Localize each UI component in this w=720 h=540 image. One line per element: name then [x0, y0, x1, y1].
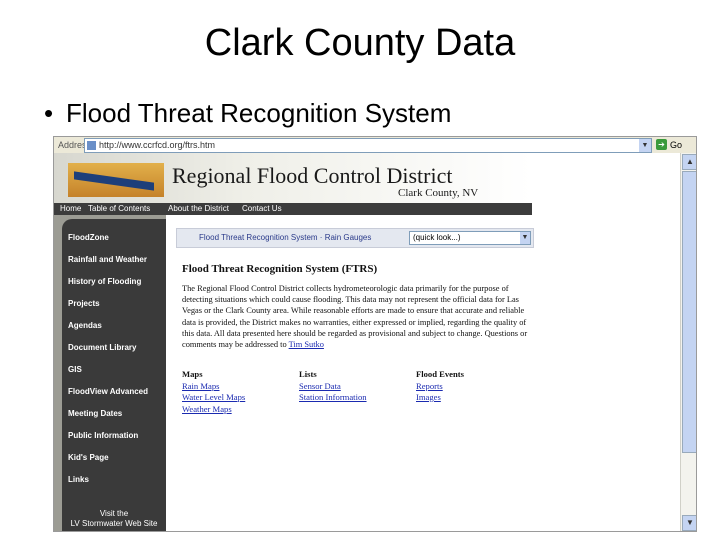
district-logo: [68, 163, 164, 197]
quick-look-select[interactable]: (quick look...) ▼: [409, 231, 531, 245]
sidebar-item-public-information[interactable]: Public Information: [68, 431, 138, 440]
station-information-link[interactable]: Station Information: [299, 392, 367, 404]
ftrs-description: The Regional Flood Control District coll…: [182, 283, 538, 350]
quick-links-bar: Flood Threat Recognition System · Rain G…: [176, 228, 534, 248]
lists-column: Lists Sensor Data Station Information: [299, 369, 367, 404]
sidebar-item-projects[interactable]: Projects: [68, 299, 100, 308]
url-field[interactable]: http://www.ccrfcd.org/ftrs.htm ▼: [84, 138, 652, 153]
stormwater-visit-label[interactable]: Visit the: [62, 509, 166, 518]
sidebar-item-meeting-dates[interactable]: Meeting Dates: [68, 409, 122, 418]
quick-links[interactable]: Flood Threat Recognition System · Rain G…: [199, 233, 371, 242]
weather-maps-link[interactable]: Weather Maps: [182, 404, 245, 416]
page-icon: [87, 141, 96, 150]
sidebar-item-agendas[interactable]: Agendas: [68, 321, 102, 330]
nav-about-the-district[interactable]: About the District: [168, 204, 229, 213]
images-link[interactable]: Images: [416, 392, 464, 404]
lists-heading: Lists: [299, 369, 317, 379]
scroll-down-icon[interactable]: ▼: [682, 515, 696, 531]
sidebar-item-links[interactable]: Links: [68, 475, 89, 484]
vertical-scrollbar[interactable]: ▲ ▼: [680, 153, 696, 531]
maps-heading: Maps: [182, 369, 203, 379]
sidebar-item-history-of-flooding[interactable]: History of Flooding: [68, 277, 141, 286]
sidebar-item-gis[interactable]: GIS: [68, 365, 82, 374]
slide-bullet-text: Flood Threat Recognition System: [66, 98, 452, 128]
top-nav: Home Table of Contents About the Distric…: [54, 203, 532, 215]
sidebar-panel: FloodZone Rainfall and Weather History o…: [62, 219, 166, 531]
chevron-down-icon[interactable]: ▼: [639, 139, 651, 152]
slide-bullet: • Flood Threat Recognition System: [44, 98, 451, 129]
rain-maps-link[interactable]: Rain Maps: [182, 381, 245, 393]
bullet-dot: •: [44, 98, 54, 128]
reports-link[interactable]: Reports: [416, 381, 464, 393]
sidebar: FloodZone Rainfall and Weather History o…: [54, 215, 166, 531]
sensor-data-link[interactable]: Sensor Data: [299, 381, 367, 393]
flood-events-heading: Flood Events: [416, 369, 464, 379]
sidebar-item-kids-page[interactable]: Kid's Page: [68, 453, 109, 462]
water-level-maps-link[interactable]: Water Level Maps: [182, 392, 245, 404]
scroll-up-icon[interactable]: ▲: [682, 154, 696, 170]
address-bar: Address http://www.ccrfcd.org/ftrs.htm ▼…: [54, 137, 696, 154]
maps-column: Maps Rain Maps Water Level Maps Weather …: [182, 369, 245, 415]
site-subtitle: Clark County, NV: [398, 187, 479, 199]
go-button[interactable]: Go: [670, 140, 682, 150]
quick-look-value: (quick look...): [413, 233, 461, 242]
nav-contact-us[interactable]: Contact Us: [242, 204, 282, 213]
nav-table-of-contents[interactable]: Table of Contents: [88, 204, 150, 213]
slide-title: Clark County Data: [204, 22, 516, 64]
site-banner: Regional Flood Control District Clark Co…: [54, 153, 532, 203]
flood-events-column: Flood Events Reports Images: [416, 369, 464, 404]
chevron-down-icon[interactable]: ▼: [520, 232, 530, 244]
ftrs-description-text: The Regional Flood Control District coll…: [182, 284, 528, 350]
stormwater-site-link[interactable]: LV Stormwater Web Site: [62, 519, 166, 528]
sidebar-item-floodzone[interactable]: FloodZone: [68, 233, 109, 242]
go-arrow-icon[interactable]: ➔: [656, 139, 667, 150]
site-name: Regional Flood Control District: [172, 163, 453, 188]
browser-screenshot: Address http://www.ccrfcd.org/ftrs.htm ▼…: [53, 136, 697, 532]
page-heading: Flood Threat Recognition System (FTRS): [182, 263, 378, 275]
scroll-thumb[interactable]: [682, 171, 696, 453]
nav-home[interactable]: Home: [60, 204, 81, 213]
sidebar-item-rainfall-and-weather[interactable]: Rainfall and Weather: [68, 255, 147, 264]
sidebar-item-document-library[interactable]: Document Library: [68, 343, 136, 352]
contact-link[interactable]: Tim Sutko: [289, 340, 324, 349]
web-page: Regional Flood Control District Clark Co…: [54, 153, 680, 531]
sidebar-item-floodview-advanced[interactable]: FloodView Advanced: [68, 387, 148, 396]
url-text: http://www.ccrfcd.org/ftrs.htm: [99, 140, 216, 150]
